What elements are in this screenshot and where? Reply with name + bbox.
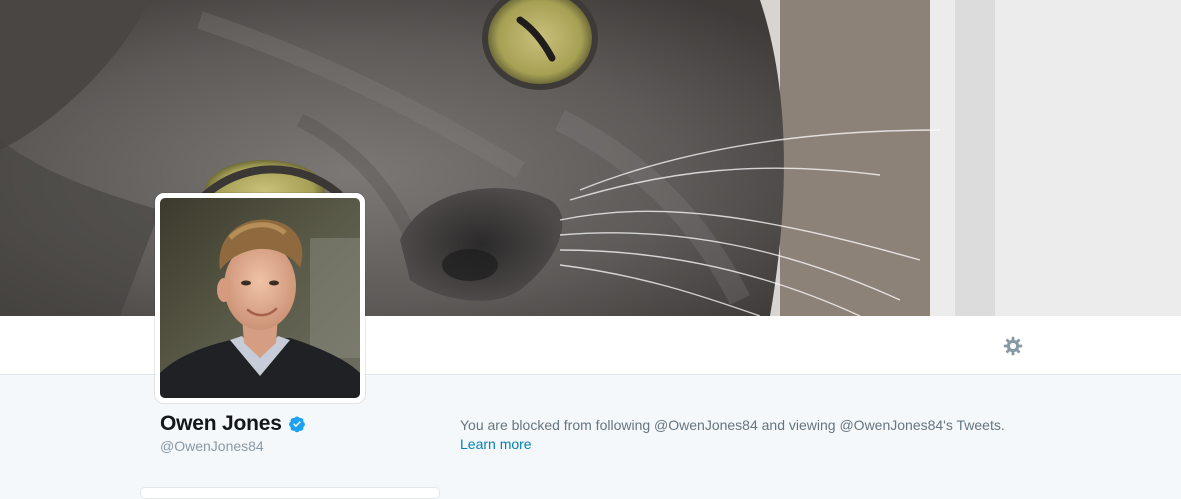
card-edge xyxy=(140,487,440,499)
settings-button[interactable] xyxy=(998,333,1028,359)
blocked-message: You are blocked from following @OwenJone… xyxy=(460,417,1005,433)
avatar-photo xyxy=(160,198,360,398)
verified-badge-icon xyxy=(288,415,306,433)
screen-name[interactable]: @OwenJones84 xyxy=(160,438,264,454)
gear-icon xyxy=(1003,336,1023,356)
profile-avatar[interactable] xyxy=(155,193,365,403)
profile-name[interactable]: Owen Jones xyxy=(160,412,282,436)
profile-name-row: Owen Jones xyxy=(160,412,306,436)
learn-more-link[interactable]: Learn more xyxy=(460,436,532,452)
